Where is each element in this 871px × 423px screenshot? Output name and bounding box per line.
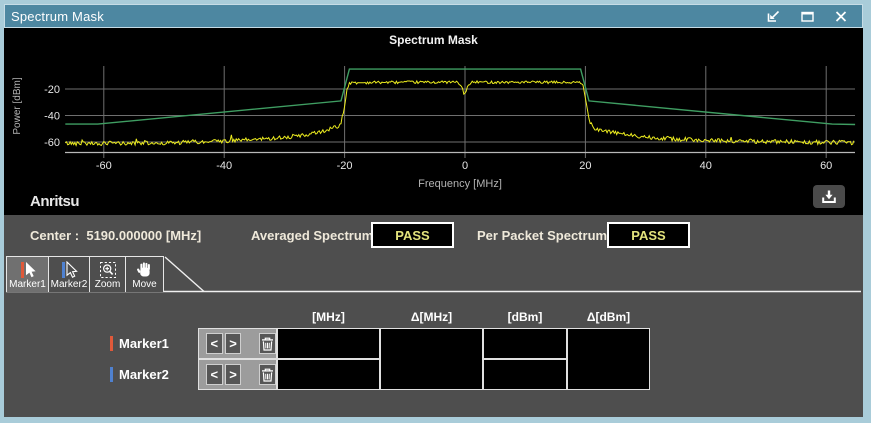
column-header-delta-dbm: Δ[dBm] xyxy=(586,310,631,324)
column-header-dbm: [dBm] xyxy=(507,310,543,324)
averaged-spectrum-label: Averaged Spectrum xyxy=(251,227,374,243)
marker2-mhz-value xyxy=(277,359,380,390)
trash-icon xyxy=(262,368,274,382)
svg-text:20: 20 xyxy=(579,160,591,172)
marker1-row-label: Marker1 xyxy=(104,328,198,359)
svg-text:0: 0 xyxy=(462,160,468,172)
trash-icon xyxy=(262,337,274,351)
maximize-icon xyxy=(800,11,814,22)
pop-in-button[interactable] xyxy=(760,6,786,26)
averaged-spectrum-result-badge: PASS xyxy=(371,222,454,248)
title-bar: Spectrum Mask xyxy=(4,4,863,28)
close-button[interactable] xyxy=(828,6,854,26)
close-icon xyxy=(835,10,847,22)
header-spacer xyxy=(198,310,277,328)
marker1-mhz-value xyxy=(277,328,380,359)
per-packet-spectrum-label: Per Packet Spectrum xyxy=(477,227,608,243)
marker2-color-bar xyxy=(110,367,113,382)
svg-text:40: 40 xyxy=(700,160,712,172)
tool-tab-strip: Marker1 Marker2 Zoom Move xyxy=(4,256,863,293)
marker1-controls: < > xyxy=(198,328,277,359)
window-title: Spectrum Mask xyxy=(11,8,104,24)
marker-table: [MHz] Δ[MHz] [dBm] Δ[dBm] Marker1 < > Ma… xyxy=(104,310,650,390)
svg-text:60: 60 xyxy=(820,160,832,172)
svg-text:-60: -60 xyxy=(44,137,60,149)
pop-in-icon xyxy=(767,10,779,22)
tab-label: Move xyxy=(132,279,157,290)
svg-text:Power [dBm]: Power [dBm] xyxy=(12,77,23,134)
svg-text:-20: -20 xyxy=(44,84,60,96)
spectrum-plot: -60 -40 -20 0 20 40 60 -20 -40 -60 Frequency [MHz]… xyxy=(12,66,856,190)
tool-tabs: Marker1 Marker2 Zoom Move xyxy=(6,256,164,292)
per-packet-spectrum-result-badge: PASS xyxy=(607,222,690,248)
spectrum-chart-area: Spectrum Mask -60 -40 -20 0 20 40 60 -20 -40 -60 F… xyxy=(4,28,863,215)
marker2-row-label: Marker2 xyxy=(104,359,198,390)
zoom-magnifier-icon xyxy=(99,261,117,279)
svg-text:Frequency [MHz]: Frequency [MHz] xyxy=(418,178,502,190)
svg-text:-40: -40 xyxy=(44,111,60,123)
marker2-step-left-button[interactable]: < xyxy=(206,364,223,385)
marker2-delete-button[interactable] xyxy=(259,364,277,385)
marker2-label-text: Marker2 xyxy=(119,367,169,382)
control-panel: Center : 5190.000000 [MHz] Averaged Spec… xyxy=(4,215,863,417)
anritsu-logo: Anritsu xyxy=(30,193,80,210)
marker1-cursor-icon xyxy=(19,261,37,279)
marker2-step-right-button[interactable]: > xyxy=(224,364,242,385)
download-button[interactable] xyxy=(813,185,845,208)
tab-marker2[interactable]: Marker2 xyxy=(48,256,90,292)
marker2-dbm-value xyxy=(483,359,567,390)
tab-move[interactable]: Move xyxy=(125,256,164,292)
marker1-dbm-value xyxy=(483,328,567,359)
tab-label: Marker2 xyxy=(50,279,88,290)
marker2-controls: < > xyxy=(198,359,277,390)
download-icon xyxy=(822,190,836,203)
marker1-step-left-button[interactable]: < xyxy=(206,333,223,354)
delta-mhz-value xyxy=(380,328,483,390)
marker1-label-text: Marker1 xyxy=(119,336,169,351)
marker2-cursor-icon xyxy=(60,261,78,279)
svg-text:-60: -60 xyxy=(96,160,112,172)
tab-label: Zoom xyxy=(94,279,121,290)
svg-text:-40: -40 xyxy=(216,160,232,172)
spectrum-mask-window: Spectrum Mask Spectrum Mask -60 -40 -20 0 20… xyxy=(4,4,863,417)
marker1-delete-button[interactable] xyxy=(259,333,277,354)
move-hand-icon xyxy=(136,261,153,279)
delta-dbm-value xyxy=(567,328,650,390)
column-header-delta-mhz: Δ[MHz] xyxy=(410,310,453,324)
header-spacer xyxy=(104,310,198,328)
tab-marker1[interactable]: Marker1 xyxy=(6,256,49,292)
marker1-color-bar xyxy=(110,336,113,351)
maximize-button[interactable] xyxy=(794,6,820,26)
marker1-step-right-button[interactable]: > xyxy=(224,333,242,354)
column-header-mhz: [MHz] xyxy=(312,310,345,324)
tab-label: Marker1 xyxy=(9,279,46,290)
center-frequency-label: Center : 5190.000000 [MHz] xyxy=(30,227,202,243)
tab-zoom[interactable]: Zoom xyxy=(89,256,126,292)
svg-text:-20: -20 xyxy=(337,160,353,172)
